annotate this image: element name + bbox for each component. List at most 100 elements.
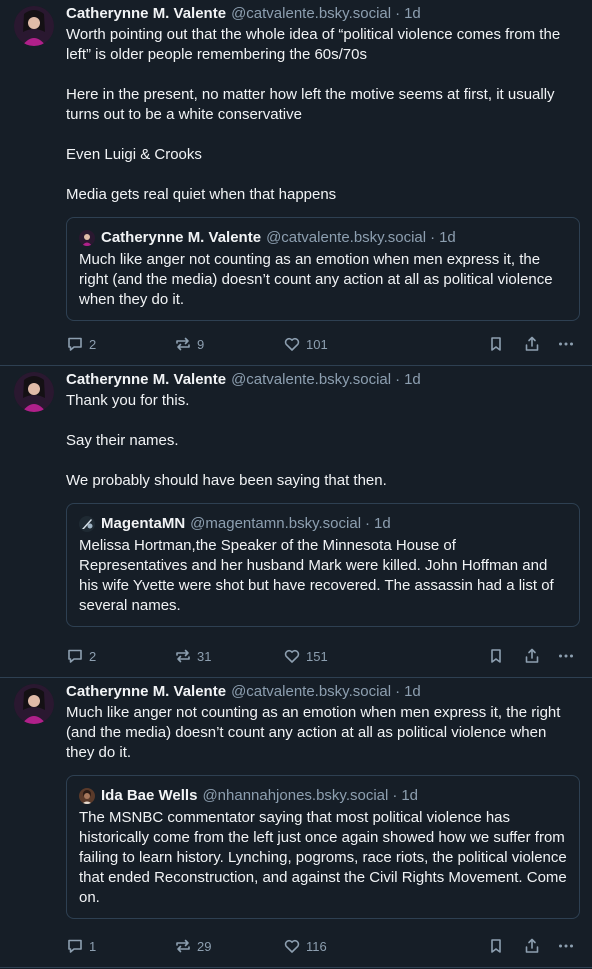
like-count: 101: [306, 336, 328, 352]
like-button[interactable]: 101: [283, 335, 328, 353]
share-icon: [525, 648, 539, 663]
speech-bubble-icon: [68, 337, 82, 351]
post-header: Catherynne M. Valente @catvalente.bsky.s…: [66, 4, 576, 24]
quote-text: Melissa Hortman,the Speaker of the Minne…: [79, 537, 554, 614]
share-button[interactable]: [523, 647, 541, 665]
quote-avatar: [79, 788, 95, 804]
repost-arrows-icon: [176, 649, 190, 663]
quote-avatar: [79, 516, 95, 532]
like-count: 151: [306, 648, 328, 664]
bookmark-button[interactable]: [487, 937, 505, 955]
post-paragraph: Even Luigi & Crooks: [66, 146, 202, 163]
reply-button[interactable]: 2: [66, 647, 96, 665]
quote-time: 1d: [401, 787, 419, 804]
avatar[interactable]: [14, 684, 54, 724]
more-dots-icon: [559, 944, 573, 948]
author-name[interactable]: Catherynne M. Valente: [66, 682, 226, 702]
separator-dot: ·: [430, 229, 436, 246]
author-name[interactable]: Catherynne M. Valente: [66, 370, 226, 390]
more-options-button[interactable]: [557, 647, 575, 665]
repost-arrows-icon: [176, 337, 190, 351]
repost-arrows-icon: [176, 939, 190, 953]
bookmark-button[interactable]: [487, 647, 505, 665]
separator-dot: ·: [395, 5, 401, 22]
quote-author-name: Catherynne M. Valente: [101, 229, 262, 246]
bookmark-icon: [491, 649, 501, 663]
quoted-post[interactable]: Ida Bae Wells @nhannahjones.bsky.social …: [66, 775, 580, 919]
quote-text: Much like anger not counting as an emoti…: [79, 251, 553, 308]
heart-icon: [284, 649, 300, 663]
repost-button[interactable]: 9: [174, 335, 204, 353]
share-icon: [525, 938, 539, 953]
quote-time: 1d: [374, 515, 391, 532]
quote-header: Catherynne M. Valente @catvalente.bsky.s…: [79, 228, 567, 248]
more-options-button[interactable]: [557, 335, 575, 353]
heart-icon: [284, 939, 300, 953]
post-header: Catherynne M. Valente @catvalente.bsky.s…: [66, 682, 576, 702]
quote-author-name: Ida Bae Wells: [101, 787, 198, 804]
post-time[interactable]: 1d: [404, 4, 421, 24]
repost-count: 29: [197, 938, 212, 954]
quote-text: The MSNBC commentator saying that most p…: [79, 809, 567, 906]
more-dots-icon: [559, 654, 573, 658]
author-handle[interactable]: @catvalente.bsky.social: [231, 682, 391, 702]
more-options-button[interactable]: [557, 937, 575, 955]
reply-count: 2: [89, 336, 97, 352]
share-button[interactable]: [523, 335, 541, 353]
share-icon: [525, 336, 539, 351]
bookmark-icon: [491, 337, 501, 351]
author-handle[interactable]: @catvalente.bsky.social: [231, 370, 391, 390]
post-actions: 2 9 101: [66, 333, 576, 355]
repost-button[interactable]: 29: [174, 937, 211, 955]
quote-time: 1d: [439, 229, 456, 246]
like-count: 116: [306, 938, 327, 954]
post-paragraph: Thank you for this.: [66, 392, 190, 409]
post-text: Much like anger not counting as an emoti…: [66, 703, 576, 763]
post-actions: 1 29 116: [66, 935, 576, 957]
quoted-post[interactable]: MagentaMN @magentamn.bsky.social · 1d Me…: [66, 503, 580, 627]
reply-button[interactable]: 2: [66, 335, 96, 353]
feed-post[interactable]: Catherynne M. Valente @catvalente.bsky.s…: [0, 678, 592, 968]
post-paragraph: Say their names.: [66, 432, 179, 449]
reply-count: 2: [89, 648, 97, 664]
feed-post[interactable]: Catherynne M. Valente @catvalente.bsky.s…: [0, 366, 592, 678]
quote-avatar: [79, 230, 95, 246]
bookmark-icon: [491, 939, 501, 953]
avatar[interactable]: [14, 372, 54, 412]
repost-button[interactable]: 31: [174, 647, 211, 665]
like-button[interactable]: 116: [283, 937, 327, 955]
post-paragraph: Much like anger not counting as an emoti…: [66, 704, 561, 761]
post-paragraph: We probably should have been saying that…: [66, 472, 387, 489]
author-name[interactable]: Catherynne M. Valente: [66, 4, 226, 24]
bookmark-button[interactable]: [487, 335, 505, 353]
share-button[interactable]: [523, 937, 541, 955]
like-button[interactable]: 151: [283, 647, 328, 665]
post-time[interactable]: 1d: [404, 370, 421, 390]
reply-button[interactable]: 1: [66, 937, 96, 955]
post-time[interactable]: 1d: [404, 682, 421, 702]
more-dots-icon: [559, 342, 573, 346]
post-paragraph: Here in the present, no matter how left …: [66, 86, 555, 123]
post-actions: 2 31 151: [66, 645, 576, 667]
quote-author-handle: @nhannahjones.bsky.social: [202, 787, 389, 804]
post-paragraph: Worth pointing out that the whole idea o…: [66, 26, 561, 63]
repost-count: 31: [197, 648, 212, 664]
separator-dot: ·: [365, 515, 371, 532]
quote-author-handle: @magentamn.bsky.social: [190, 515, 362, 532]
quote-author-name: MagentaMN: [101, 515, 186, 532]
separator-dot: ·: [392, 787, 398, 804]
post-header: Catherynne M. Valente @catvalente.bsky.s…: [66, 370, 576, 390]
reply-count: 1: [89, 938, 97, 954]
speech-bubble-icon: [68, 649, 82, 663]
avatar[interactable]: [14, 6, 54, 46]
quote-header: MagentaMN @magentamn.bsky.social · 1d: [79, 514, 567, 534]
author-handle[interactable]: @catvalente.bsky.social: [231, 4, 391, 24]
post-text: Worth pointing out that the whole idea o…: [66, 25, 576, 205]
heart-icon: [284, 337, 300, 351]
quote-author-handle: @catvalente.bsky.social: [266, 229, 427, 246]
feed-post[interactable]: Catherynne M. Valente @catvalente.bsky.s…: [0, 0, 592, 366]
quote-header: Ida Bae Wells @nhannahjones.bsky.social …: [79, 786, 567, 806]
separator-dot: ·: [395, 683, 401, 700]
repost-count: 9: [197, 336, 205, 352]
quoted-post[interactable]: Catherynne M. Valente @catvalente.bsky.s…: [66, 217, 580, 321]
